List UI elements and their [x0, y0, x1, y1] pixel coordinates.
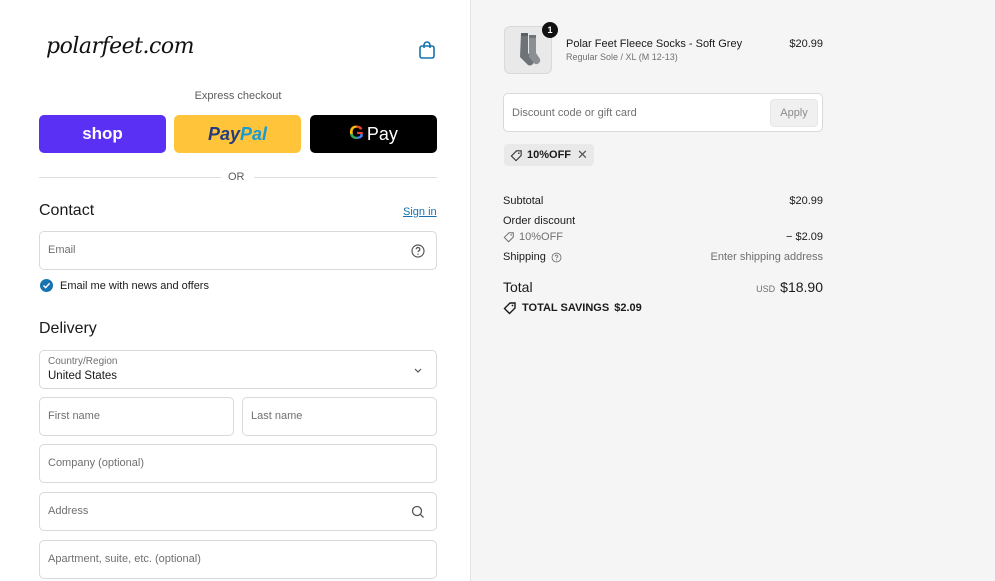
- apartment-field[interactable]: Apartment, suite, etc. (optional): [39, 540, 437, 579]
- shopping-bag-icon[interactable]: [418, 40, 436, 60]
- shipping-row: Shipping: [503, 251, 562, 263]
- shop-pay-label: shop: [82, 124, 123, 143]
- total-value-group: USD $18.90: [700, 279, 823, 297]
- paypal-button[interactable]: Pay Pal: [174, 115, 301, 153]
- total-amount: $18.90: [780, 279, 823, 295]
- apply-button[interactable]: Apply: [770, 99, 818, 127]
- sign-in-link[interactable]: Sign in: [403, 206, 437, 218]
- google-pay-button[interactable]: G Pay: [310, 115, 437, 153]
- address-placeholder: Address: [48, 505, 89, 517]
- shipping-value: Enter shipping address: [710, 251, 823, 263]
- delivery-title: Delivery: [39, 320, 97, 337]
- checkout-form-panel: polarfeet.com Express checkout shop Pay P…: [0, 0, 470, 581]
- last-name-field[interactable]: Last name: [242, 397, 437, 436]
- applied-discount-code: 10%OFF: [527, 149, 572, 161]
- tag-icon: [510, 149, 522, 161]
- company-placeholder: Company (optional): [48, 457, 144, 469]
- chevron-down-icon: [410, 362, 426, 378]
- subtotal-value: $20.99: [789, 195, 823, 207]
- total-savings: TOTAL SAVINGS $2.09: [503, 301, 642, 315]
- apartment-placeholder: Apartment, suite, etc. (optional): [48, 553, 201, 565]
- newsletter-label: Email me with news and offers: [60, 280, 209, 292]
- total-savings-value: $2.09: [614, 302, 642, 314]
- email-field[interactable]: Email: [39, 231, 437, 270]
- product-name: Polar Feet Fleece Socks - Soft Grey: [566, 38, 743, 50]
- total-label: Total: [503, 279, 533, 295]
- or-divider-right: [254, 177, 437, 178]
- google-g-icon: G: [349, 123, 364, 144]
- first-name-placeholder: First name: [48, 410, 100, 422]
- discount-code-input[interactable]: Discount code or gift card Apply: [503, 93, 823, 132]
- email-placeholder: Email: [48, 244, 76, 256]
- google-pay-label: Pay: [366, 123, 398, 144]
- paypal-label-part1: Pay: [207, 123, 240, 144]
- product-price: $20.99: [789, 38, 823, 50]
- shipping-label: Shipping: [503, 251, 546, 263]
- product-variant: Regular Sole / XL (M 12-13): [566, 52, 678, 62]
- tag-icon: [503, 302, 516, 315]
- tag-icon: [503, 232, 514, 243]
- company-field[interactable]: Company (optional): [39, 444, 437, 483]
- total-currency: USD: [756, 284, 776, 294]
- shop-pay-button[interactable]: shop: [39, 115, 166, 153]
- remove-discount-icon[interactable]: ✕: [577, 147, 588, 163]
- order-discount-code-row: 10%OFF: [503, 231, 563, 243]
- quantity-badge: 1: [542, 22, 558, 38]
- or-divider-label: OR: [228, 171, 245, 183]
- country-value: United States: [48, 370, 118, 382]
- or-divider-left: [39, 177, 221, 178]
- country-select[interactable]: Country/Region United States: [39, 350, 437, 389]
- store-logo[interactable]: polarfeet.com: [46, 34, 194, 59]
- subtotal-label: Subtotal: [503, 195, 544, 207]
- help-circle-icon[interactable]: [410, 243, 426, 259]
- order-discount-label: Order discount: [503, 215, 576, 227]
- discount-placeholder: Discount code or gift card: [512, 107, 637, 119]
- search-icon: [410, 504, 426, 520]
- newsletter-checkbox[interactable]: [40, 279, 53, 292]
- contact-title: Contact: [39, 202, 95, 219]
- first-name-field[interactable]: First name: [39, 397, 234, 436]
- applied-discount-tag: 10%OFF ✕: [504, 144, 594, 166]
- express-checkout-title: Express checkout: [194, 90, 282, 102]
- address-field[interactable]: Address: [39, 492, 437, 531]
- last-name-placeholder: Last name: [251, 410, 303, 422]
- order-discount-code: 10%OFF: [519, 231, 564, 243]
- total-savings-label: TOTAL SAVINGS: [522, 302, 610, 314]
- help-circle-icon[interactable]: [551, 252, 562, 263]
- country-label: Country/Region: [48, 356, 118, 367]
- order-discount-value: − $2.09: [785, 231, 823, 243]
- paypal-label-part2: Pal: [240, 123, 268, 144]
- checkmark-icon: [42, 282, 51, 289]
